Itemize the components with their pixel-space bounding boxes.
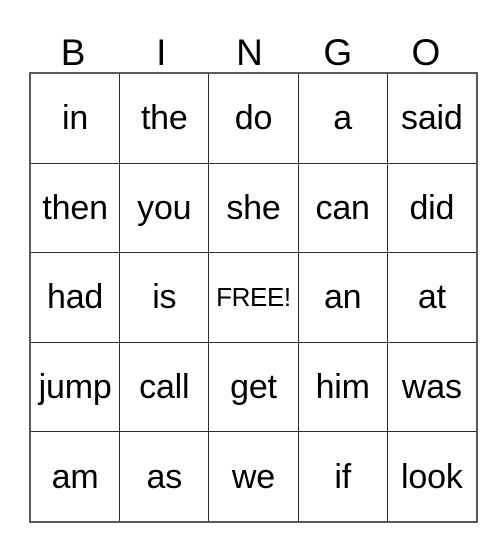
bingo-header-cell-o: O — [382, 22, 470, 72]
bingo-cell[interactable]: she — [208, 162, 299, 254]
bingo-cell[interactable]: look — [386, 431, 478, 523]
bingo-cell-label: do — [234, 99, 273, 138]
bingo-cell[interactable]: did — [386, 162, 478, 254]
bingo-cell[interactable]: am — [29, 431, 121, 523]
bingo-card: B I N G O in the do a said then you she … — [29, 22, 478, 523]
bingo-header-cell-n: N — [205, 22, 293, 72]
bingo-cell[interactable]: is — [119, 252, 210, 343]
bingo-cell-label: she — [226, 188, 281, 227]
bingo-cell-label: then — [42, 188, 108, 227]
bingo-row: then you she can did — [29, 162, 478, 254]
bingo-cell-label: said — [401, 99, 463, 138]
bingo-cell-label: look — [401, 457, 463, 496]
bingo-cell[interactable]: call — [119, 341, 210, 433]
bingo-header-row: B I N G O — [29, 22, 470, 72]
bingo-cell[interactable]: a — [297, 72, 388, 164]
bingo-grid: in the do a said then you she can did ha… — [29, 72, 478, 523]
bingo-cell-label: a — [333, 99, 353, 138]
bingo-cell[interactable]: as — [119, 431, 210, 523]
bingo-cell-label: if — [334, 457, 351, 496]
bingo-cell[interactable]: was — [386, 341, 478, 433]
bingo-cell-label: we — [231, 457, 275, 496]
bingo-cell[interactable]: in — [29, 72, 121, 164]
bingo-cell-label: you — [137, 188, 192, 227]
bingo-cell-label: call — [139, 368, 190, 407]
bingo-header-letter: N — [236, 32, 263, 73]
bingo-cell-label: at — [417, 278, 446, 317]
bingo-cell[interactable]: do — [208, 72, 299, 164]
bingo-cell-label: is — [152, 278, 177, 317]
bingo-cell[interactable]: the — [119, 72, 210, 164]
bingo-cell[interactable]: can — [297, 162, 388, 254]
bingo-cell-label: had — [47, 278, 104, 317]
bingo-free-label: FREE! — [216, 282, 291, 313]
bingo-row: in the do a said — [29, 72, 478, 164]
bingo-cell[interactable]: him — [297, 341, 388, 433]
bingo-cell-label: the — [140, 99, 188, 138]
bingo-cell-label: an — [323, 278, 362, 317]
bingo-cell[interactable]: jump — [29, 341, 121, 433]
bingo-row: am as we if look — [29, 431, 478, 523]
bingo-header-letter: I — [156, 32, 167, 73]
bingo-header-letter: B — [60, 32, 86, 73]
bingo-header-cell-i: I — [117, 22, 205, 72]
bingo-cell[interactable]: get — [208, 341, 299, 433]
bingo-cell[interactable]: had — [29, 252, 121, 343]
bingo-header-cell-g: G — [294, 22, 382, 72]
bingo-cell-label: jump — [38, 368, 112, 407]
bingo-header-letter: G — [323, 32, 353, 73]
bingo-header-letter: O — [411, 32, 441, 73]
bingo-cell[interactable]: said — [386, 72, 478, 164]
bingo-cell[interactable]: if — [297, 431, 388, 523]
bingo-cell[interactable]: you — [119, 162, 210, 254]
bingo-cell-label: did — [409, 188, 455, 227]
bingo-cell[interactable]: then — [29, 162, 121, 254]
bingo-cell[interactable]: we — [208, 431, 299, 523]
bingo-cell-label: get — [230, 368, 277, 407]
bingo-cell-label: in — [62, 99, 89, 138]
bingo-free-cell[interactable]: FREE! — [208, 252, 299, 343]
bingo-cell-label: am — [51, 457, 99, 496]
bingo-cell-label: him — [315, 368, 370, 407]
bingo-cell[interactable]: an — [297, 252, 388, 343]
bingo-cell[interactable]: at — [386, 252, 478, 343]
bingo-header-cell-b: B — [29, 22, 117, 72]
bingo-cell-label: as — [146, 457, 183, 496]
bingo-row: had is FREE! an at — [29, 252, 478, 343]
bingo-cell-label: was — [401, 368, 462, 407]
bingo-row: jump call get him was — [29, 341, 478, 433]
bingo-cell-label: can — [315, 188, 370, 227]
